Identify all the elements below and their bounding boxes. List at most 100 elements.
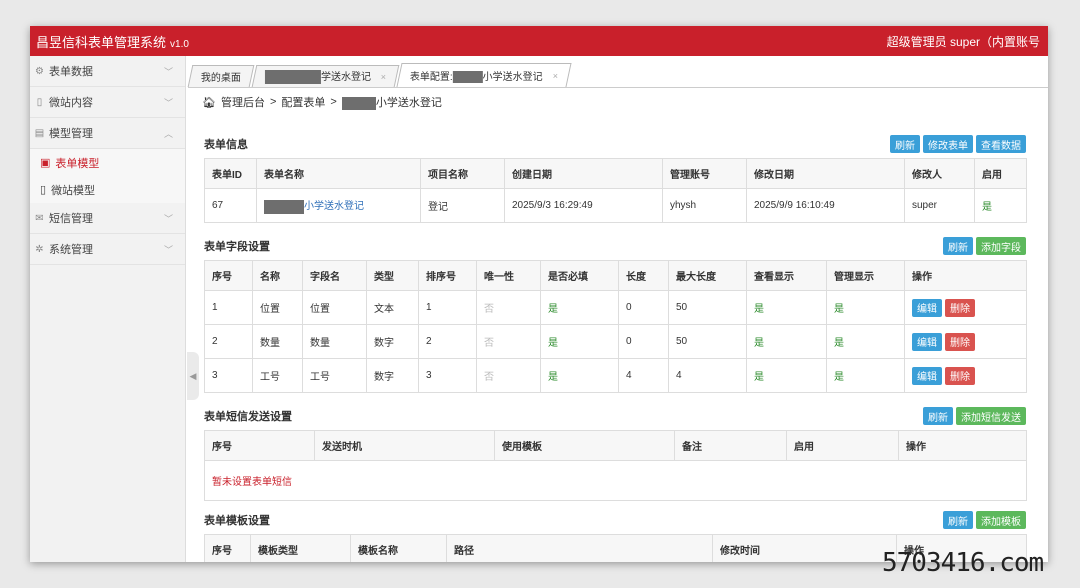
add-field-button[interactable]: 添加字段 <box>976 237 1026 255</box>
cell-order: 2 <box>418 324 477 359</box>
cell-maxlength: 50 <box>668 290 747 325</box>
app-version: v1.0 <box>170 38 189 50</box>
tab-water-register[interactable]: 学送水登记 × <box>251 65 400 87</box>
main-content: 我的桌面 学送水登记 × 表单配置: 小学送水登记 × 🏠︎ 管理后台 > 配置表单 … <box>187 56 1048 562</box>
cell-field: 数量 <box>302 324 367 359</box>
delete-button[interactable]: 删除 <box>945 298 975 317</box>
column-header: 修改日期 <box>746 158 905 189</box>
chevron-down-icon: ﹀ <box>163 97 173 108</box>
tab-form-config[interactable]: 表单配置: 小学送水登记 × <box>396 63 572 87</box>
cell-created: 2025/9/3 16:29:49 <box>504 188 663 223</box>
refresh-button[interactable]: 刷新 <box>923 407 953 425</box>
delete-button[interactable]: 删除 <box>945 332 975 351</box>
column-header: 创建日期 <box>504 158 663 189</box>
breadcrumb-current: 小学送水登记 <box>375 97 442 109</box>
form-icon: ▣ <box>40 157 51 169</box>
sidebar-item-label: 表单数据 <box>49 66 93 78</box>
sms-section: 表单短信发送设置 刷新 添加短信发送 序号 发送时机 使用模板 备注 启用 操作… <box>204 406 1027 501</box>
cell-no: 2 <box>204 324 253 359</box>
form-info-section: 表单信息 刷新 修改表单 查看数据 表单ID 表单名称 项目名称 创建日期 管理… <box>204 134 1027 223</box>
edit-button[interactable]: 编辑 <box>912 332 942 351</box>
cell-view-display: 是 <box>746 358 827 393</box>
tab-label: 我的桌面 <box>200 73 241 84</box>
cell-form-name[interactable]: 小学送水登记 <box>256 188 421 223</box>
cell-type: 文本 <box>366 290 419 325</box>
cell-order: 1 <box>418 290 477 325</box>
cell-required: 是 <box>540 290 619 325</box>
tab-label: 学送水登记 <box>320 72 371 84</box>
cell-actions: 编辑 删除 <box>904 290 1027 325</box>
tab-label: 小学送水登记 <box>482 71 543 83</box>
gear-icon: ⚙ <box>35 65 44 77</box>
sidebar-subitem-site-model[interactable]: ▯ 微站模型 <box>30 176 185 203</box>
column-header: 管理账号 <box>662 158 747 189</box>
edit-form-button[interactable]: 修改表单 <box>923 135 973 153</box>
refresh-button[interactable]: 刷新 <box>943 511 973 529</box>
sidebar-item-label: 系统管理 <box>49 244 93 256</box>
cell-unique: 否 <box>476 290 541 325</box>
delete-button[interactable]: 删除 <box>945 366 975 385</box>
cell-required: 是 <box>540 324 619 359</box>
fields-section: 表单字段设置 刷新 添加字段 序号 名称 字段名 类型 排序号 唯一性 是否必填… <box>204 236 1027 393</box>
edit-button[interactable]: 编辑 <box>912 298 942 317</box>
section-title: 表单信息 <box>204 139 248 151</box>
sidebar-item-form-data[interactable]: ⚙ 表单数据 ﹀ <box>30 56 185 87</box>
redacted-block <box>264 199 304 214</box>
cell-admin-display: 是 <box>826 358 905 393</box>
refresh-button[interactable]: 刷新 <box>943 237 973 255</box>
section-title: 表单模板设置 <box>204 515 270 527</box>
column-header: 路径 <box>446 534 713 562</box>
column-header: 序号 <box>204 534 251 562</box>
edit-button[interactable]: 编辑 <box>912 366 942 385</box>
cell-order: 3 <box>418 358 477 393</box>
fields-table: 序号 名称 字段名 类型 排序号 唯一性 是否必填 长度 最大长度 查看显示 管… <box>204 260 1027 393</box>
close-icon[interactable]: × <box>553 71 558 81</box>
cell-length: 0 <box>618 324 669 359</box>
sidebar-item-model-manage[interactable]: ▤ 模型管理 ︿ <box>30 118 185 149</box>
sidebar: ⚙ 表单数据 ﹀ ▯ 微站内容 ﹀ ▤ 模型管理 ︿ ▣ 表单模型 ▯ 微站模型 ✉ 短信管… <box>30 56 186 562</box>
user-info[interactable]: 超级管理员 super（内置账号 <box>887 33 1040 50</box>
close-icon[interactable]: × <box>381 72 386 82</box>
column-header: 启用 <box>786 430 899 461</box>
column-header: 类型 <box>366 260 419 291</box>
redacted-block <box>452 71 483 84</box>
sidebar-item-site-content[interactable]: ▯ 微站内容 ﹀ <box>30 87 185 118</box>
sidebar-subitem-form-model[interactable]: ▣ 表单模型 <box>30 149 185 176</box>
breadcrumb-separator: > <box>269 96 277 108</box>
column-header: 备注 <box>674 430 787 461</box>
table-row: 暂未设置表单短信 <box>204 460 1027 501</box>
cell-view-display: 是 <box>746 324 827 359</box>
tab-desktop[interactable]: 我的桌面 <box>187 65 255 87</box>
sms-table: 序号 发送时机 使用模板 备注 启用 操作 暂未设置表单短信 <box>204 430 1027 501</box>
breadcrumb-home[interactable]: 管理后台 <box>221 94 265 110</box>
column-header: 序号 <box>204 260 253 291</box>
add-template-button[interactable]: 添加模板 <box>976 511 1026 529</box>
breadcrumb-config[interactable]: 配置表单 <box>281 94 325 110</box>
column-header: 字段名 <box>302 260 367 291</box>
cell-field: 工号 <box>302 358 367 393</box>
column-header: 修改人 <box>904 158 975 189</box>
tab-label-prefix: 表单配置: <box>410 71 453 83</box>
column-header: 使用模板 <box>494 430 675 461</box>
sidebar-item-system-manage[interactable]: ✲ 系统管理 ﹀ <box>30 234 185 265</box>
column-header: 操作 <box>898 430 1027 461</box>
refresh-button[interactable]: 刷新 <box>890 135 920 153</box>
cell-length: 0 <box>618 290 669 325</box>
sidebar-item-label: 微站内容 <box>49 97 93 109</box>
table-row: 3 工号 工号 数字 3 否 是 4 4 是 是 编辑 删除 <box>204 358 1027 393</box>
view-data-button[interactable]: 查看数据 <box>976 135 1026 153</box>
cell-project: 登记 <box>420 188 505 223</box>
cell-form-id: 67 <box>204 188 257 223</box>
add-sms-button[interactable]: 添加短信发送 <box>956 407 1026 425</box>
column-header: 表单名称 <box>256 158 421 189</box>
sidebar-subitem-label: 微站模型 <box>51 184 96 197</box>
cell-no: 3 <box>204 358 253 393</box>
cell-enabled: 是 <box>974 188 1027 223</box>
home-icon: 🏠︎ <box>202 96 216 109</box>
form-info-table: 表单ID 表单名称 项目名称 创建日期 管理账号 修改日期 修改人 启用 67 … <box>204 158 1027 223</box>
cell-account: yhysh <box>662 188 747 223</box>
sidebar-item-sms-manage[interactable]: ✉ 短信管理 ﹀ <box>30 203 185 234</box>
form-name-link[interactable]: 小学送水登记 <box>304 201 364 212</box>
cell-actions: 编辑 删除 <box>904 324 1027 359</box>
cell-name: 工号 <box>252 358 303 393</box>
